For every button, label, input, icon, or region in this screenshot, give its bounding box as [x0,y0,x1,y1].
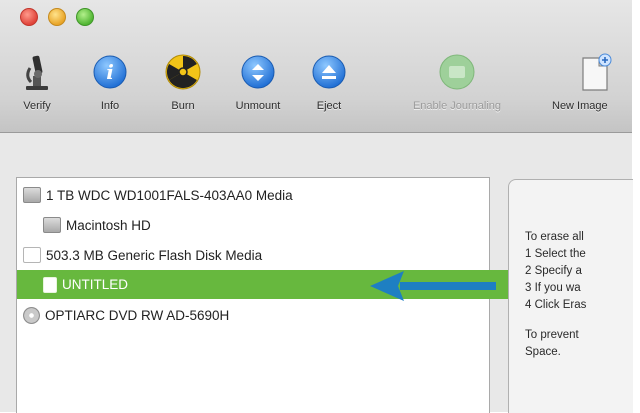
annotation-arrow [370,271,496,301]
info-line: To prevent [525,329,579,341]
disk-utility-window: Verify i Info Burn Unmount Eject Enable … [0,0,640,413]
eject-label: Eject [316,100,342,112]
info-line: Space. [525,346,561,358]
disk-item-dvd[interactable]: OPTIARC DVD RW AD-5690H [17,300,495,330]
journaling-icon [437,52,477,92]
zoom-window-button[interactable] [76,8,94,26]
svg-text:i: i [106,60,114,84]
info-line: To erase all [525,231,584,243]
dvd-drive-icon [23,306,40,324]
microscope-icon [17,52,57,92]
hard-disk-icon [23,187,41,203]
hard-disk-icon [43,217,61,233]
volume-item-label: Macintosh HD [66,217,151,233]
burn-label: Burn [171,100,195,112]
minimize-window-button[interactable] [48,8,66,26]
unmount-label: Unmount [235,100,281,112]
eject-icon [309,52,349,92]
disk-item-flash[interactable]: 503.3 MB Generic Flash Disk Media [17,240,495,270]
disk-item-label: 503.3 MB Generic Flash Disk Media [46,247,263,263]
burn-icon [163,52,203,92]
info-line: 1 Select the [525,248,586,260]
info-line: 2 Specify a [525,265,582,277]
info-line: 4 Click Eras [525,299,587,311]
eject-button[interactable]: Eject [306,52,352,124]
disk-item-label: 1 TB WDC WD1001FALS-403AA0 Media [46,187,293,203]
enable-journaling-label: Enable Journaling [412,100,502,112]
info-line: 3 If you wa [525,282,581,294]
verify-button[interactable]: Verify [14,52,60,124]
info-button[interactable]: i Info [87,52,133,124]
disk-item-wdc[interactable]: 1 TB WDC WD1001FALS-403AA0 Media [17,180,495,210]
erase-info-panel: To erase all 1 Select the 2 Specify a 3 … [508,179,633,413]
verify-label: Verify [23,100,51,112]
new-image-button[interactable]: New Image [552,52,630,124]
volume-item-macintosh-hd[interactable]: Macintosh HD [17,210,515,240]
unmount-icon [238,52,278,92]
close-window-button[interactable] [20,8,38,26]
volume-icon [43,276,57,293]
main-content: 1 TB WDC WD1001FALS-403AA0 Media Macinto… [0,133,633,413]
toolbar: Verify i Info Burn Unmount Eject Enable … [0,0,632,133]
new-image-label: New Image [552,100,608,112]
volume-item-label: UNTITLED [62,277,129,292]
info-label: Info [100,100,120,112]
new-image-icon [576,52,616,92]
usb-drive-icon [23,247,41,263]
unmount-button[interactable]: Unmount [226,52,290,124]
info-icon: i [90,52,130,92]
disk-item-label: OPTIARC DVD RW AD-5690H [45,307,230,323]
enable-journaling-button[interactable]: Enable Journaling [382,52,532,124]
burn-button[interactable]: Burn [160,52,206,124]
